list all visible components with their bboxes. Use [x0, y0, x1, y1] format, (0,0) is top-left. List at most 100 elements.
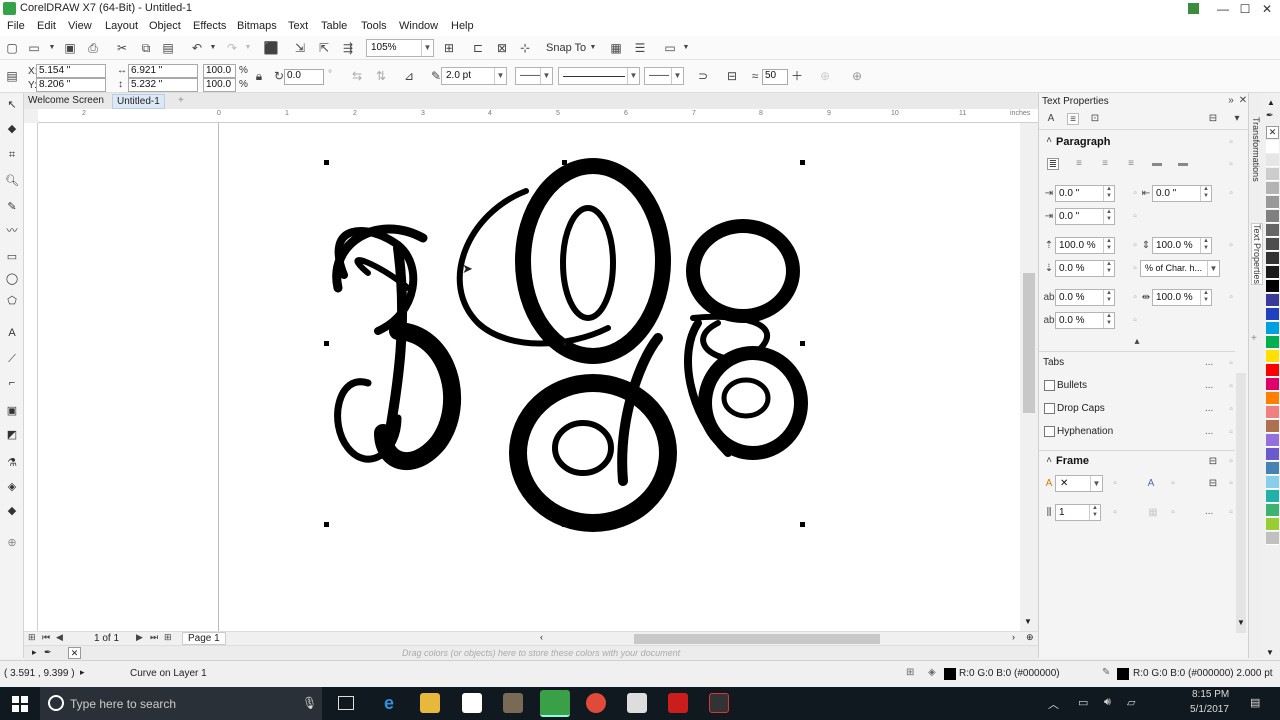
acrobat-icon[interactable] [668, 693, 688, 713]
field-options-icon[interactable]: ▫ [1167, 478, 1179, 490]
show-rulers-icon[interactable]: ⊏ [470, 40, 486, 56]
palette-swatch[interactable] [1266, 364, 1279, 377]
selection-handle[interactable] [324, 341, 329, 346]
freehand-tool-icon[interactable]: ✎ [4, 199, 20, 215]
column-settings-icon[interactable]: ▦ [1147, 507, 1159, 519]
scale-x-field[interactable]: 100.0 [203, 64, 236, 78]
app-icon[interactable] [627, 693, 647, 713]
eyedropper-icon[interactable]: ✒ [44, 647, 52, 658]
columns-field[interactable]: 1 ▲ ▼ [1055, 504, 1101, 521]
field-options-icon[interactable]: ▫ [1129, 211, 1141, 223]
palette-swatch[interactable] [1266, 224, 1279, 237]
palette-swatch[interactable] [1266, 336, 1279, 349]
paste-icon[interactable]: ▤ [160, 40, 176, 56]
vertical-scrollbar[interactable]: ▼ [1020, 123, 1038, 631]
horizontal-scroll-thumb[interactable] [634, 634, 880, 644]
paragraph-section-icon[interactable]: ≡ [1067, 113, 1079, 125]
alignment-options-icon[interactable]: ▫ [1225, 159, 1237, 171]
menu-text[interactable]: Text [288, 20, 308, 32]
palette-scroll-up-icon[interactable]: ▲ [1267, 98, 1275, 107]
chevron-down-icon[interactable]: ▼ [585, 40, 601, 56]
first-line-indent-field[interactable]: 0.0 " ▲ ▼ [1055, 208, 1115, 225]
crop-tool-icon[interactable]: ⌗ [4, 147, 20, 163]
menu-table[interactable]: Table [321, 20, 347, 32]
action-center-icon[interactable]: ▤ [1250, 696, 1260, 709]
palette-swatch[interactable] [1266, 392, 1279, 405]
add-docker-icon[interactable]: + [1251, 333, 1257, 344]
text-direction-icon[interactable]: A [1145, 478, 1157, 490]
task-view-icon[interactable] [338, 696, 354, 710]
palette-swatch[interactable] [1266, 462, 1279, 475]
docker-menu-icon[interactable]: ▾ [1231, 113, 1243, 125]
tabs-label[interactable]: Tabs [1043, 357, 1064, 368]
spin-arrows-icon[interactable]: ▲ ▼ [1200, 186, 1211, 201]
full-screen-preview-icon[interactable]: ⊞ [441, 40, 457, 56]
menu-bitmaps[interactable]: Bitmaps [237, 20, 277, 32]
add-tab-icon[interactable]: + [174, 94, 188, 109]
field-options-icon[interactable]: ▫ [1225, 292, 1237, 304]
clock-date[interactable]: 5/1/2017 [1190, 704, 1229, 715]
menu-layout[interactable]: Layout [105, 20, 138, 32]
frame-more-button[interactable]: ... [1205, 506, 1213, 517]
print-icon[interactable]: ⎙ [85, 40, 101, 56]
object-properties-icon[interactable]: ▤ [4, 68, 20, 84]
selection-handle[interactable] [800, 341, 805, 346]
close-curve-icon[interactable]: ⊃ [695, 68, 711, 84]
field-options-icon[interactable]: ▫ [1225, 188, 1237, 200]
eyedropper-tool-icon[interactable]: ⚗ [4, 455, 20, 471]
text-tool-icon[interactable]: A [4, 325, 20, 341]
spin-arrows-icon[interactable]: ▲ ▼ [1103, 290, 1114, 305]
docker-expand-icon[interactable]: » [1225, 95, 1237, 107]
last-page-icon[interactable]: ⏭ [150, 632, 158, 643]
message-icon[interactable]: ▱ [1127, 696, 1135, 709]
drop-caps-more-button[interactable]: ... [1205, 403, 1213, 414]
windows-start-icon[interactable] [12, 696, 28, 712]
spacing-unit-combo[interactable]: % of Char. h... ▼ [1140, 260, 1220, 277]
height-field[interactable]: 5.232 " [128, 78, 198, 92]
palette-swatch[interactable] [1266, 532, 1279, 545]
line-spacing-field[interactable]: 100.0 % ▲ ▼ [1152, 237, 1212, 254]
menu-window[interactable]: Window [399, 20, 438, 32]
right-indent-field[interactable]: 0.0 " ▲ ▼ [1152, 185, 1212, 202]
selection-handle[interactable] [324, 522, 329, 527]
coreldraw-taskbar-icon[interactable] [540, 690, 570, 717]
field-options-icon[interactable]: ▫ [1225, 358, 1237, 370]
interactive-fill-tool-icon[interactable]: ◈ [4, 479, 20, 495]
left-indent-field[interactable]: 0.0 " ▲ ▼ [1055, 185, 1115, 202]
application-launcher-icon[interactable]: ▭ [662, 40, 678, 56]
menu-file[interactable]: File [7, 20, 25, 32]
no-alignment-icon[interactable]: ▬ [1177, 158, 1189, 170]
spin-arrows-icon[interactable]: ▲ ▼ [1089, 505, 1100, 520]
horizontal-ruler[interactable]: 2 0 1 2 3 4 5 6 7 8 9 10 11 inches [38, 109, 1038, 123]
bullets-checkbox[interactable] [1044, 380, 1055, 391]
section-options-icon[interactable]: ▫ [1225, 137, 1237, 149]
selection-handle[interactable] [562, 522, 567, 527]
menu-effects[interactable]: Effects [193, 20, 226, 32]
align-center-icon[interactable]: ≡ [1073, 158, 1085, 170]
smoothing-field[interactable]: 50 [762, 69, 788, 85]
vertical-ruler[interactable] [24, 123, 38, 631]
palette-swatch[interactable] [1266, 322, 1279, 335]
microphone-icon[interactable]: 🎙︎ [302, 696, 317, 710]
selection-handle[interactable] [562, 160, 567, 165]
ellipse-tool-icon[interactable]: ◯ [4, 271, 20, 287]
new-document-icon[interactable]: ▢ [4, 40, 20, 56]
field-options-icon[interactable]: ▫ [1109, 478, 1121, 490]
palette-swatch[interactable] [1266, 504, 1279, 517]
y-position-field[interactable]: 8.206 " [36, 78, 106, 92]
copy-icon[interactable]: ⧉ [138, 40, 154, 56]
palette-swatch[interactable] [1266, 476, 1279, 489]
import-icon[interactable]: ⇲ [292, 40, 308, 56]
palette-swatch[interactable] [1266, 252, 1279, 265]
before-paragraph-field[interactable]: 100.0 % ▲ ▼ [1055, 237, 1115, 254]
palette-swatch[interactable] [1266, 168, 1279, 181]
selection-handle[interactable] [800, 522, 805, 527]
store-icon[interactable] [462, 693, 482, 713]
scroll-left-icon[interactable]: ‹ [540, 632, 543, 642]
zoom-level-combo[interactable]: 105% ▼ [366, 39, 434, 57]
rectangle-tool-icon[interactable]: ▭ [4, 249, 20, 265]
spin-arrows-icon[interactable]: ▲ ▼ [1103, 261, 1114, 276]
fill-color-swatch[interactable] [944, 668, 956, 680]
chevron-down-icon[interactable]: ▼ [44, 40, 60, 56]
page-tab[interactable]: Page 1 [182, 632, 226, 645]
